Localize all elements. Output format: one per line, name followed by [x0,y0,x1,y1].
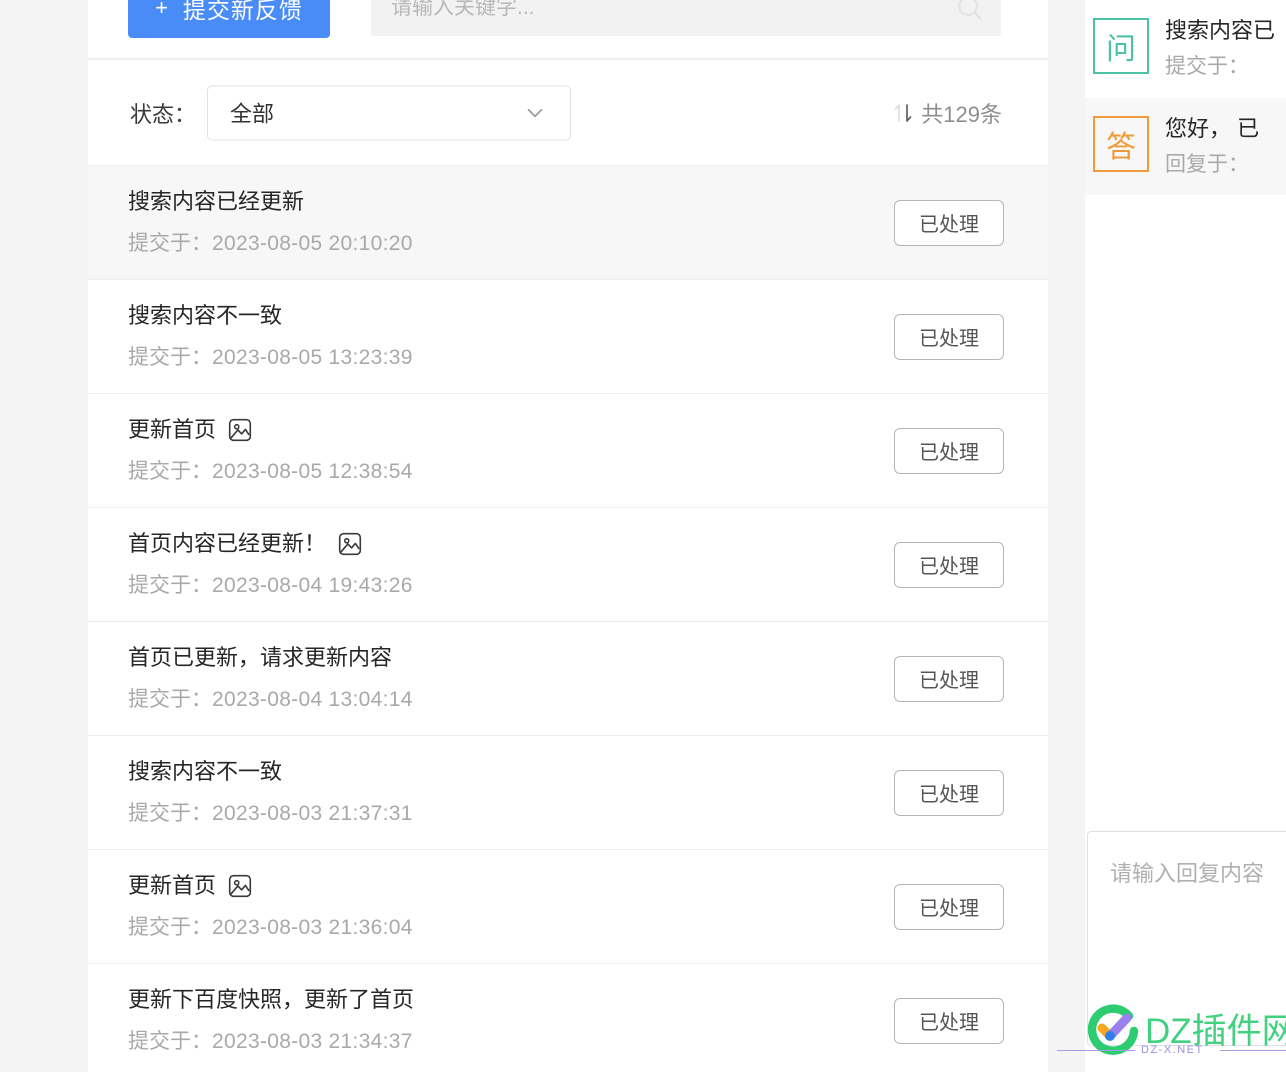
search-input[interactable] [371,0,939,20]
row-time-value: 2023-08-05 12:38:54 [212,460,413,484]
row-time: 提交于：2023-08-03 21:34:37 [128,1025,894,1055]
row-title-wrap: 更新下百度快照，更新了首页 [128,986,894,1014]
search-button[interactable] [939,0,1001,36]
answer-replied-time: 回复于： [1165,152,1249,176]
row-title-wrap: 搜索内容已经更新 [128,188,894,216]
row-time-label: 提交于： [128,232,212,256]
row-time-value: 2023-08-03 21:34:37 [212,1030,413,1054]
row-time-value: 2023-08-05 20:10:20 [212,232,413,256]
row-title: 首页已更新，请求更新内容 [128,644,393,670]
status-filter-value: 全部 [230,101,275,127]
answer-title: 您好， 已 [1165,115,1260,141]
row-time: 提交于：2023-08-05 12:38:54 [128,455,894,485]
row-title-wrap: 首页内容已经更新！ [128,530,894,558]
filter-bar: 状态： 全部 共129条 [88,60,1048,166]
row-title-wrap: 搜索内容不一致 [128,758,894,786]
row-time-label: 提交于： [128,460,212,484]
row-status-button[interactable]: 已处理 [894,199,1004,246]
row-time: 提交于：2023-08-03 21:36:04 [128,911,894,941]
search-icon [958,0,982,20]
row-status-button[interactable]: 已处理 [894,541,1004,588]
feedback-list-panel: + 提交新反馈 状态： 全部 [88,0,1048,1072]
row-title: 搜索内容已经更新 [128,188,305,214]
feedback-detail-panel: 问 搜索内容已 提交于： 答 您好， 已 回复于： 请输入回复内容 [1085,0,1286,1072]
row-time-label: 提交于： [128,916,212,940]
row-status-button[interactable]: 已处理 [894,883,1004,930]
row-time: 提交于：2023-08-05 13:23:39 [128,341,894,371]
sort-updown-icon[interactable] [893,100,915,126]
row-status-button[interactable]: 已处理 [894,997,1004,1044]
row-time-label: 提交于： [128,574,212,598]
total-count-text: 共129条 [921,101,1002,127]
table-row[interactable]: 搜索内容已经更新 提交于：2023-08-05 20:10:20 已处理 [88,166,1048,280]
question-title: 搜索内容已 [1165,18,1276,43]
table-row[interactable]: 更新下百度快照，更新了首页 提交于：2023-08-03 21:34:37 已处理 [88,964,1048,1072]
row-status-button[interactable]: 已处理 [894,655,1004,702]
answer-badge-icon: 答 [1093,115,1149,172]
row-time-value: 2023-08-03 21:36:04 [212,916,413,940]
search-box[interactable] [371,0,1001,36]
row-content: 更新下百度快照，更新了首页 提交于：2023-08-03 21:34:37 [128,986,894,1056]
question-submitted-time: 提交于： [1165,55,1249,79]
detail-question-block: 问 搜索内容已 提交于： [1085,0,1286,98]
row-title-wrap: 首页已更新，请求更新内容 [128,644,894,672]
row-title: 更新下百度快照，更新了首页 [128,986,415,1012]
reply-textarea[interactable]: 请输入回复内容 [1087,831,1286,1046]
row-time-value: 2023-08-04 19:43:26 [212,574,413,598]
row-status-button[interactable]: 已处理 [894,427,1004,474]
list-count-area: 共129条 [893,97,1002,129]
row-title: 搜索内容不一致 [128,758,283,784]
table-row[interactable]: 搜索内容不一致 提交于：2023-08-03 21:37:31 已处理 [88,736,1048,850]
row-time: 提交于：2023-08-04 13:04:14 [128,683,894,713]
image-icon [227,873,253,899]
row-time: 提交于：2023-08-05 20:10:20 [128,227,894,257]
row-time-value: 2023-08-05 13:23:39 [212,346,413,370]
new-feedback-label: 提交新反馈 [182,0,303,23]
row-time-label: 提交于： [128,802,212,826]
reply-placeholder: 请输入回复内容 [1110,861,1265,886]
table-row[interactable]: 搜索内容不一致 提交于：2023-08-05 13:23:39 已处理 [88,280,1048,394]
row-time: 提交于：2023-08-03 21:37:31 [128,797,894,827]
row-time-value: 2023-08-03 21:37:31 [212,802,413,826]
row-content: 更新首页提交于：2023-08-03 21:36:04 [128,872,894,942]
row-title-wrap: 搜索内容不一致 [128,302,894,330]
new-feedback-button[interactable]: + 提交新反馈 [128,0,330,38]
row-status-button[interactable]: 已处理 [894,769,1004,816]
question-badge-icon: 问 [1093,18,1149,74]
table-row[interactable]: 首页内容已经更新！ 提交于：2023-08-04 19:43:26 已处理 [88,508,1048,622]
row-content: 更新首页提交于：2023-08-05 12:38:54 [128,416,894,486]
status-filter-select[interactable]: 全部 [207,85,571,140]
row-title: 搜索内容不一致 [128,302,283,328]
row-title: 更新首页 [128,872,217,898]
row-content: 搜索内容不一致 提交于：2023-08-03 21:37:31 [128,758,894,828]
plus-icon: + [155,0,169,20]
status-filter-label: 状态： [130,101,197,127]
list-toolbar: + 提交新反馈 [88,0,1048,60]
table-row[interactable]: 首页已更新，请求更新内容 提交于：2023-08-04 13:04:14 已处理 [88,622,1048,736]
row-content: 搜索内容已经更新 提交于：2023-08-05 20:10:20 [128,188,894,258]
app-root: + 提交新反馈 状态： 全部 [0,0,1286,1072]
row-time-label: 提交于： [128,688,212,712]
row-status-button[interactable]: 已处理 [894,313,1004,360]
row-time: 提交于：2023-08-04 19:43:26 [128,569,894,599]
feedback-list: 搜索内容已经更新 提交于：2023-08-05 20:10:20 已处理 搜索内容不一… [88,166,1048,1072]
chevron-down-icon [522,100,570,126]
row-title-wrap: 更新首页 [128,872,894,900]
row-title: 首页内容已经更新！ [128,530,327,556]
row-content: 搜索内容不一致 提交于：2023-08-05 13:23:39 [128,302,894,372]
row-time-value: 2023-08-04 13:04:14 [212,688,413,712]
row-content: 首页已更新，请求更新内容 提交于：2023-08-04 13:04:14 [128,644,894,714]
image-icon [337,531,363,557]
table-row[interactable]: 更新首页 提交于：2023-08-03 21:36:04 已处理 [88,850,1048,964]
row-time-label: 提交于： [128,1030,212,1054]
row-content: 首页内容已经更新！ 提交于：2023-08-04 19:43:26 [128,530,894,600]
table-row[interactable]: 更新首页 提交于：2023-08-05 12:38:54 已处理 [88,394,1048,508]
detail-answer-block: 答 您好， 已 回复于： [1085,97,1286,196]
row-time-label: 提交于： [128,346,212,370]
row-title-wrap: 更新首页 [128,416,894,444]
row-title: 更新首页 [128,416,217,442]
image-icon [227,417,253,443]
